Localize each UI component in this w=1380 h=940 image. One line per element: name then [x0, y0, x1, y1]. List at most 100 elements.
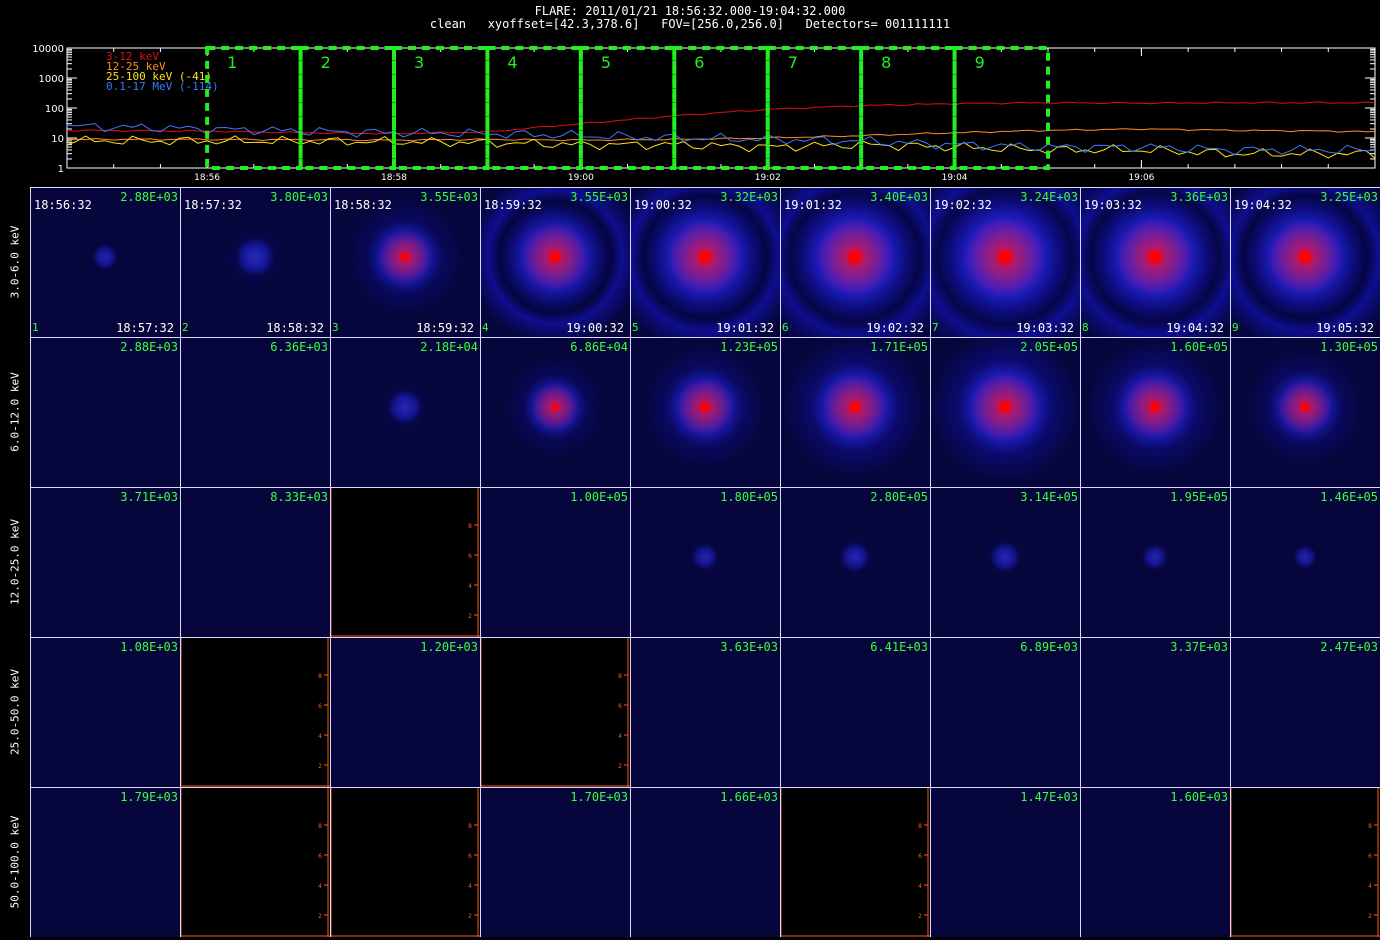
interval-box — [765, 46, 864, 170]
y-tick-label: 10 — [51, 134, 64, 145]
image-cell: 1.00E+05 — [480, 487, 630, 637]
cell-frame — [330, 787, 480, 937]
end-time-label: 19:02:32 — [866, 321, 924, 335]
image-cell: 3.37E+03 — [1080, 637, 1230, 787]
interval-label: 7 — [788, 53, 798, 72]
x-tick-label: 19:04 — [942, 173, 968, 180]
image-cell: 2.05E+05 — [930, 337, 1080, 487]
image-cell: 1.20E+03 — [330, 637, 480, 787]
cell-frame — [480, 487, 630, 637]
image-cell: 3.25E+03 19:04:32 19:05:32 9 — [1230, 187, 1380, 337]
image-cell: 1.66E+03 — [630, 787, 780, 937]
start-time-label: 18:58:32 — [334, 198, 392, 212]
end-time-label: 18:57:32 — [116, 321, 174, 335]
image-cell: 2468 — [180, 637, 330, 787]
cell-frame — [180, 637, 330, 787]
x-tick-label: 19:00 — [568, 173, 594, 180]
x-tick-label: 19:02 — [755, 173, 781, 180]
image-cell: 1.08E+03 — [30, 637, 180, 787]
energy-band-label: 25.0-50.0 keV — [8, 668, 22, 756]
max-value-label: 1.80E+05 — [720, 490, 778, 504]
max-value-label: 6.41E+03 — [870, 640, 928, 654]
max-value-label: 1.23E+05 — [720, 340, 778, 354]
cell-frame — [180, 337, 330, 487]
start-time-label: 18:57:32 — [184, 198, 242, 212]
interval-number: 7 — [932, 321, 939, 334]
cell-frame — [30, 637, 180, 787]
cell-frame — [330, 637, 480, 787]
interval-number: 3 — [332, 321, 339, 334]
start-time-label: 19:00:32 — [634, 198, 692, 212]
max-value-label: 1.47E+03 — [1020, 790, 1078, 804]
max-value-label: 1.95E+05 — [1170, 490, 1228, 504]
max-value-label: 8.33E+03 — [270, 490, 328, 504]
interval-label: 3 — [414, 53, 424, 72]
end-time-label: 19:00:32 — [566, 321, 624, 335]
interval-label: 5 — [601, 53, 611, 72]
max-value-label: 3.36E+03 — [1170, 190, 1228, 204]
max-value-label: 1.71E+05 — [870, 340, 928, 354]
interval-box — [392, 46, 490, 170]
cell-frame — [1080, 637, 1230, 787]
interval-label: 9 — [975, 53, 985, 72]
max-value-label: 6.86E+04 — [570, 340, 628, 354]
image-cell: 8.33E+03 — [180, 487, 330, 637]
image-cell: 3.55E+03 18:58:32 18:59:32 3 — [330, 187, 480, 337]
energy-band-label: 3.0-6.0 keV — [8, 225, 22, 299]
energy-band-label: 50.0-100.0 keV — [8, 815, 22, 909]
end-time-label: 18:59:32 — [416, 321, 474, 335]
image-cell: 2468 — [180, 787, 330, 937]
interval-box — [485, 46, 583, 170]
end-time-label: 19:01:32 — [716, 321, 774, 335]
end-time-label: 19:05:32 — [1316, 321, 1374, 335]
cell-frame — [780, 487, 930, 637]
max-value-label: 2.88E+03 — [120, 340, 178, 354]
plot-frame — [66, 47, 1376, 169]
max-value-label: 1.79E+03 — [120, 790, 178, 804]
max-value-label: 1.60E+03 — [1170, 790, 1228, 804]
y-tick-label: 1 — [58, 164, 64, 175]
interval-number: 2 — [182, 321, 189, 334]
image-cell: 2.88E+03 18:56:32 18:57:32 1 — [30, 187, 180, 337]
cell-frame — [780, 637, 930, 787]
image-cell: 2468 — [780, 787, 930, 937]
max-value-label: 3.40E+03 — [870, 190, 928, 204]
image-cell: 6.36E+03 — [180, 337, 330, 487]
energy-row-labels: 3.0-6.0 keV 6.0-12.0 keV 12.0-25.0 keV 25.0… — [0, 0, 30, 940]
series-line — [66, 135, 1376, 159]
interval-number: 5 — [632, 321, 639, 334]
max-value-label: 3.25E+03 — [1320, 190, 1378, 204]
interval-number: 4 — [482, 321, 489, 334]
max-value-label: 6.89E+03 — [1020, 640, 1078, 654]
cell-frame — [630, 337, 780, 487]
series-line — [66, 128, 1376, 142]
start-time-label: 18:59:32 — [484, 198, 542, 212]
start-time-label: 18:56:32 — [34, 198, 92, 212]
start-time-label: 19:01:32 — [784, 198, 842, 212]
max-value-label: 2.80E+05 — [870, 490, 928, 504]
image-cell: 2468 — [1230, 787, 1380, 937]
cell-frame — [1230, 337, 1380, 487]
image-cell: 2.88E+03 — [30, 337, 180, 487]
cell-frame — [480, 787, 630, 937]
cell-frame — [1080, 337, 1230, 487]
interval-box — [205, 46, 303, 170]
max-value-label: 3.80E+03 — [270, 190, 328, 204]
y-tick-label: 1000 — [39, 74, 64, 85]
interval-label: 4 — [507, 53, 517, 72]
cell-frame — [480, 337, 630, 487]
image-cell: 6.86E+04 — [480, 337, 630, 487]
image-cell: 3.36E+03 19:03:32 19:04:32 8 — [1080, 187, 1230, 337]
max-value-label: 3.55E+03 — [420, 190, 478, 204]
max-value-label: 3.24E+03 — [1020, 190, 1078, 204]
image-cell: 2468 — [480, 637, 630, 787]
image-cell: 1.46E+05 — [1230, 487, 1380, 637]
end-time-label: 19:04:32 — [1166, 321, 1224, 335]
image-cell: 3.71E+03 — [30, 487, 180, 637]
image-cell: 3.80E+03 18:57:32 18:58:32 2 — [180, 187, 330, 337]
image-cell: 1.95E+05 — [1080, 487, 1230, 637]
max-value-label: 2.88E+03 — [120, 190, 178, 204]
cell-frame — [630, 637, 780, 787]
image-cell: 3.32E+03 19:00:32 19:01:32 5 — [630, 187, 780, 337]
interval-box — [298, 46, 397, 170]
